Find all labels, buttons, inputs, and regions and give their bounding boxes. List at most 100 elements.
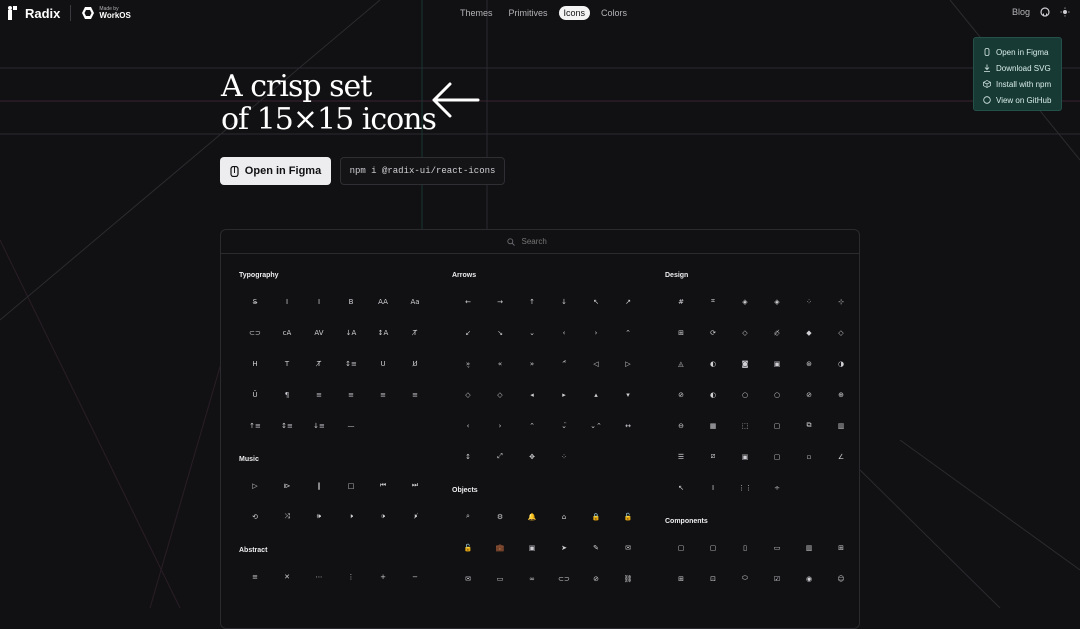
theme-toggle-icon[interactable] [1060,7,1070,17]
arrows-icon[interactable]: ‹ [548,317,580,348]
arrows-icon[interactable]: ↕ [452,441,484,472]
objects-icon[interactable]: ▭ [484,563,516,594]
arrows-icon[interactable]: » [516,348,548,379]
arrows-icon[interactable]: ✥ [516,441,548,472]
typography-icon[interactable]: B [335,286,367,317]
arrows-icon[interactable]: ▾ [612,379,644,410]
typography-icon[interactable]: ¶ [271,379,303,410]
design-icon[interactable]: ◈ [761,286,793,317]
components-icon[interactable]: ⊡ [697,563,729,594]
design-icon[interactable]: ◈ [729,286,761,317]
typography-icon[interactable]: H [239,348,271,379]
objects-icon[interactable]: ✉ [452,563,484,594]
typography-icon[interactable]: U [367,348,399,379]
design-icon[interactable]: ÷ [761,472,793,503]
design-icon[interactable]: ▦ [697,410,729,441]
menu-view-github[interactable]: View on GitHub [974,92,1061,108]
typography-icon[interactable]: Aa [399,286,431,317]
design-icon[interactable]: ⁘ [793,286,825,317]
objects-icon[interactable]: 💼 [484,532,516,563]
arrows-icon[interactable]: ‹ [452,410,484,441]
objects-icon[interactable]: ⛓ [612,563,644,594]
objects-icon[interactable]: 🔔 [516,501,548,532]
workos-badge[interactable]: Made by WorkOS [81,6,131,20]
arrows-icon[interactable]: ⌃̂ [548,348,580,379]
design-icon[interactable]: ⋮⋮ [729,472,761,503]
arrows-icon[interactable]: ⌃ [612,317,644,348]
nav-blog[interactable]: Blog [1012,7,1030,17]
typography-icon[interactable]: ↓≡ [303,410,335,441]
design-icon[interactable]: ◇ [729,317,761,348]
objects-icon[interactable]: 🔓 [612,501,644,532]
arrows-icon[interactable]: › [580,317,612,348]
music-icon[interactable]: ▷ [239,470,271,501]
music-icon[interactable]: ⧐ [271,470,303,501]
abstract-icon[interactable]: + [367,561,399,592]
typography-icon[interactable]: Ū [239,379,271,410]
music-icon[interactable]: ‖ [303,470,335,501]
design-icon[interactable]: ⬚ [729,410,761,441]
music-icon[interactable]: 🕨̸ [399,501,431,532]
objects-icon[interactable]: ✎ [580,532,612,563]
arrows-icon[interactable]: → [484,286,516,317]
design-icon[interactable]: ↖ [665,472,697,503]
objects-icon[interactable]: ⊂⊃ [548,563,580,594]
arrows-icon[interactable]: ⌃ [516,410,548,441]
typography-icon[interactable]: I [271,286,303,317]
arrows-icon[interactable]: ← [452,286,484,317]
arrows-icon[interactable]: « [484,348,516,379]
nav-primitives[interactable]: Primitives [504,6,553,20]
arrows-icon[interactable]: ▴ [580,379,612,410]
design-icon[interactable]: ◇̸ [761,317,793,348]
typography-icon[interactable]: S̶ [239,286,271,317]
arrows-icon[interactable]: ⌄⌃ [580,410,612,441]
components-icon[interactable]: ▯ [729,532,761,563]
music-icon[interactable]: ⏭ [399,470,431,501]
design-icon[interactable]: ◙ [729,348,761,379]
components-icon[interactable]: ▭ [761,532,793,563]
components-icon[interactable]: ▥ [793,532,825,563]
design-icon[interactable]: ⊖ [665,410,697,441]
search-input[interactable] [519,236,574,247]
design-icon[interactable]: ⟳ [697,317,729,348]
arrows-icon[interactable]: ⤢ [484,441,516,472]
typography-icon[interactable]: ↑≡ [239,410,271,441]
components-icon[interactable]: ▢ [697,532,729,563]
objects-icon[interactable]: ⌂ [548,501,580,532]
npm-install-command[interactable]: npm i @radix-ui/react-icons [340,157,505,185]
objects-icon[interactable]: ✉ [612,532,644,563]
arrows-icon[interactable]: ↖ [580,286,612,317]
objects-icon[interactable]: ⚙ [484,501,516,532]
abstract-icon[interactable]: ⋮ [335,561,367,592]
design-icon[interactable]: ▣ [729,441,761,472]
typography-icon[interactable]: ↕≡ [335,348,367,379]
design-icon[interactable]: ▢ [761,441,793,472]
arrows-icon[interactable]: ↙ [452,317,484,348]
arrows-icon[interactable]: ◇ [452,379,484,410]
search-bar[interactable] [221,230,859,254]
music-icon[interactable]: ⟲ [239,501,271,532]
objects-icon[interactable]: 🔓 [452,532,484,563]
open-in-figma-button[interactable]: Open in Figma [220,157,331,185]
design-icon[interactable]: ⊘ [793,379,825,410]
design-icon[interactable]: ◆ [793,317,825,348]
arrows-icon[interactable]: ◇ [484,379,516,410]
design-icon[interactable]: ⌗ [697,286,729,317]
typography-icon[interactable]: — [335,410,367,441]
design-icon[interactable]: ∠ [825,441,857,472]
typography-icon[interactable]: ↓A [335,317,367,348]
menu-install-npm[interactable]: Install with npm [974,76,1061,92]
design-icon[interactable]: ◐ [697,379,729,410]
arrows-icon[interactable]: ⁘ [548,441,580,472]
typography-icon[interactable]: AV [303,317,335,348]
nav-colors[interactable]: Colors [596,6,632,20]
music-icon[interactable]: 🕪 [303,501,335,532]
design-icon[interactable]: ⊘ [665,379,697,410]
arrows-icon[interactable]: ▷ [612,348,644,379]
design-icon[interactable]: # [665,286,697,317]
typography-icon[interactable]: ≡ [399,379,431,410]
arrows-icon[interactable]: ⌄̈ [548,410,580,441]
design-icon[interactable]: ○ [729,379,761,410]
github-icon[interactable] [1040,7,1050,17]
objects-icon[interactable]: ⊘ [580,563,612,594]
